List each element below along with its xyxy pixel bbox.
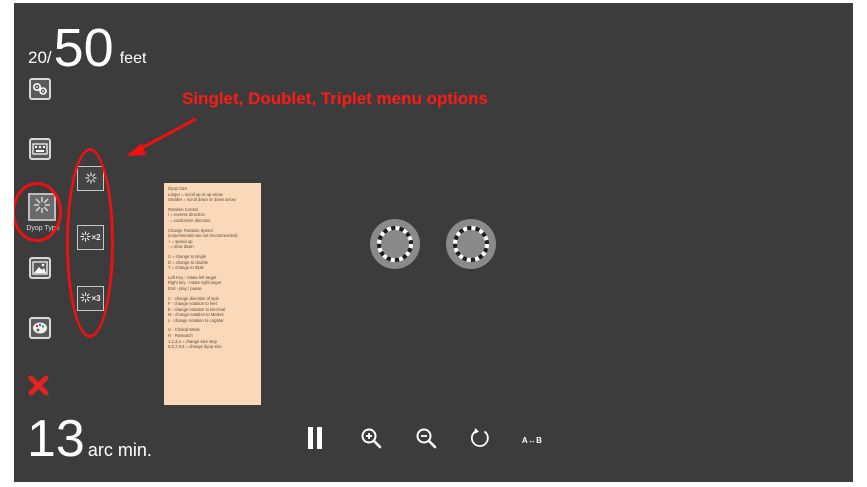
settings-button[interactable] <box>29 78 51 100</box>
acuity-prefix: 20/ <box>28 48 52 67</box>
arc-value: 13 <box>27 410 85 468</box>
app-screen: 20/50 feet Dyop Type 13 arc min. ×2 ×3 S… <box>14 3 853 482</box>
help-line: 5,6,7,8,9 = change dyop size <box>168 344 222 350</box>
zoom-out-button[interactable] <box>414 427 438 453</box>
palette-icon <box>32 321 48 335</box>
gear-icon <box>32 82 48 96</box>
image-button[interactable] <box>29 257 51 279</box>
close-button[interactable] <box>26 373 52 399</box>
keyboard-icon <box>32 143 48 155</box>
rotate-icon <box>469 427 491 454</box>
close-icon <box>26 375 52 403</box>
palette-button[interactable] <box>29 317 51 339</box>
acuity-readout-bottom: 13 arc min. <box>27 413 152 465</box>
zoom-in-button[interactable] <box>359 427 383 453</box>
arc-unit: arc min. <box>87 440 152 460</box>
dyop-target-left <box>370 219 420 269</box>
zoom-in-icon <box>360 427 382 454</box>
rotate-button[interactable] <box>468 427 492 453</box>
image-icon <box>32 261 48 275</box>
acuity-value: 50 <box>53 18 114 78</box>
zoom-out-icon <box>415 427 437 454</box>
swap-ab-label: A↔B <box>521 435 543 445</box>
dyop-ring <box>453 226 489 262</box>
acuity-readout-top: 20/50 feet <box>28 21 146 75</box>
annotation-circle-dyop-type <box>14 182 62 242</box>
dyop-ring <box>377 226 413 262</box>
annotation-arrow <box>126 117 197 156</box>
swap-ab-button[interactable]: A↔B <box>518 427 546 453</box>
dyop-target-right <box>446 219 496 269</box>
keyboard-button[interactable] <box>29 138 51 160</box>
pause-icon <box>307 426 323 455</box>
annotation-ellipse-submenu <box>66 148 114 338</box>
acuity-unit: feet <box>119 50 147 67</box>
pause-button[interactable] <box>305 426 325 455</box>
annotation-text: Singlet, Doublet, Triplet menu options <box>182 89 488 108</box>
help-panel: Dyop Size Larger = scroll up or up arrow S… <box>164 183 261 405</box>
